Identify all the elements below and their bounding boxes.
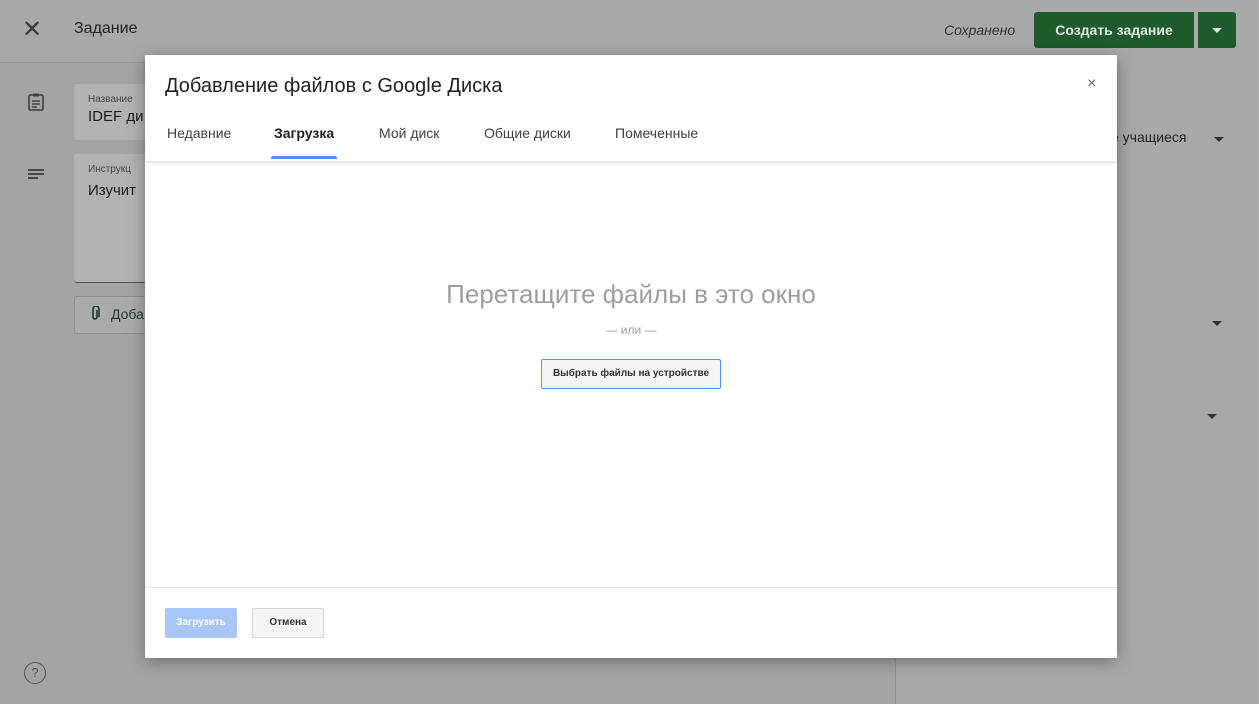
tab-my-drive[interactable]: Мой диск (379, 125, 439, 141)
instructions-field-value: Изучит (88, 182, 137, 199)
choose-files-button[interactable]: Выбрать файлы на устройстве (541, 359, 721, 389)
dialog-title: Добавление файлов с Google Диска (165, 75, 503, 97)
upload-button[interactable]: Загрузить (165, 608, 237, 638)
instructions-field[interactable]: Инструкц Изучит (74, 154, 154, 283)
students-select-value[interactable]: е учащиеся (1111, 129, 1186, 145)
drop-zone-text: Перетащите файлы в это окно (446, 279, 816, 309)
assignment-icon (26, 92, 46, 112)
tab-shared-drives[interactable]: Общие диски (484, 125, 571, 141)
chevron-down-icon[interactable] (1214, 137, 1224, 142)
paperclip-icon (89, 305, 101, 325)
chevron-down-icon[interactable] (1207, 414, 1217, 419)
page-title: Задание (74, 20, 138, 37)
create-assignment-button[interactable]: Создать задание (1034, 12, 1194, 48)
saved-status: Сохранено (944, 22, 1016, 38)
title-field[interactable]: Название IDEF ди (74, 84, 154, 140)
close-icon[interactable]: × (1087, 75, 1096, 93)
or-separator: — или — (605, 323, 657, 337)
dialog-header: Добавление файлов с Google Диска × Недав… (145, 55, 1117, 161)
tab-recent[interactable]: Недавние (167, 125, 231, 141)
active-tab-indicator (271, 156, 337, 159)
help-icon[interactable]: ? (24, 662, 46, 684)
dialog-footer: Загрузить Отмена (145, 587, 1117, 658)
title-field-value: IDEF ди (88, 108, 144, 125)
create-options-dropdown[interactable] (1198, 12, 1236, 48)
instructions-field-label: Инструкц (88, 164, 131, 175)
cancel-button[interactable]: Отмена (252, 608, 324, 638)
top-bar: ✕ Задание Сохранено Создать задание (0, 0, 1259, 63)
tab-upload[interactable]: Загрузка (274, 125, 334, 141)
add-attachment-label: Доба (111, 306, 144, 322)
google-drive-picker-dialog: Добавление файлов с Google Диска × Недав… (145, 55, 1117, 658)
chevron-down-icon[interactable] (1212, 321, 1222, 326)
close-icon[interactable]: ✕ (22, 16, 42, 44)
tab-starred[interactable]: Помеченные (615, 125, 698, 141)
title-field-label: Название (88, 94, 133, 105)
notes-icon (26, 164, 46, 184)
